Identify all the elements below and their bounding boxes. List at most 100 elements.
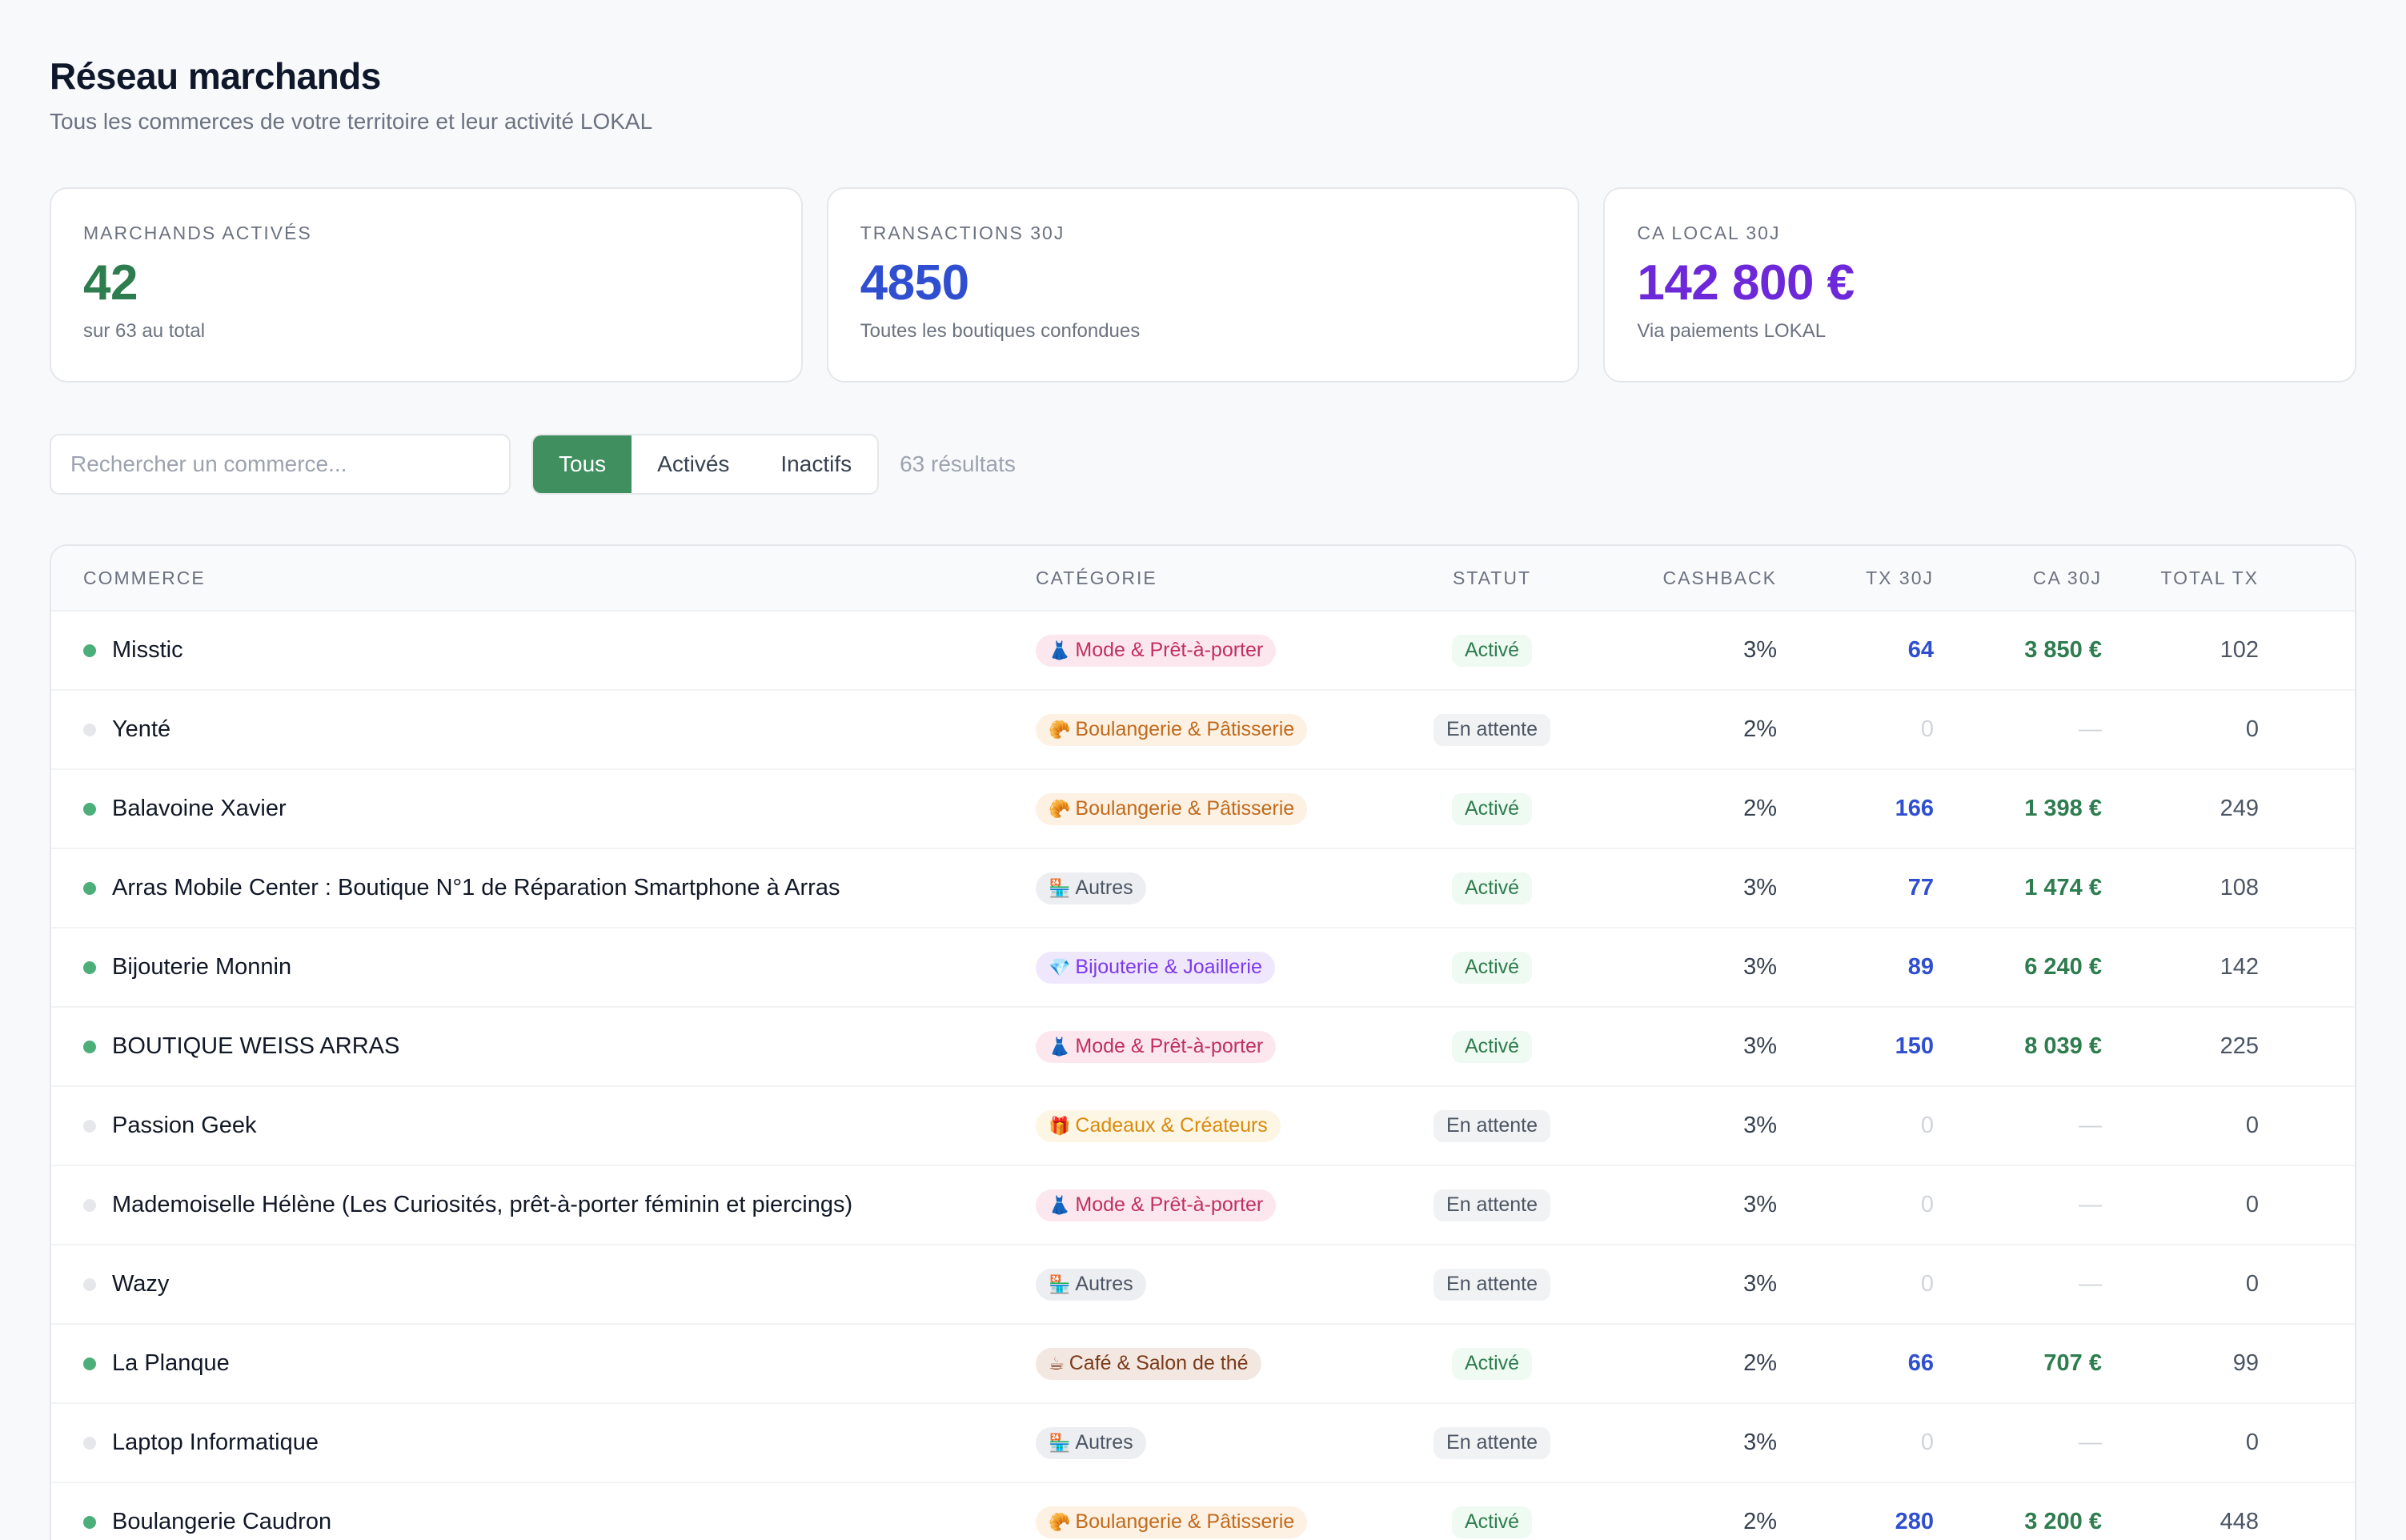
status-dot-icon: [83, 960, 96, 974]
category-icon: 👗: [1049, 640, 1071, 660]
stat-label: CA LOCAL 30J: [1637, 223, 1781, 243]
column-header-tx-30j[interactable]: TX 30J: [1777, 567, 1934, 589]
category-icon: 🎁: [1049, 1115, 1071, 1136]
category-chip: 🥐 Boulangerie & Pâtisserie: [1036, 713, 1308, 746]
page-subtitle: Tous les commerces de votre territoire e…: [50, 109, 653, 134]
column-header-category[interactable]: CATÉGORIE: [1036, 567, 1436, 589]
table-row[interactable]: Passion Geek 🎁 Cadeaux & Créateurs En atten…: [51, 1087, 2355, 1166]
category-icon: 🥐: [1049, 719, 1071, 740]
status-dot-icon: [83, 881, 96, 895]
table-row[interactable]: Misstic 👗 Mode & Prêt-à-porter Activé 3% 64 3 …: [51, 612, 2355, 691]
cell-category: 🏪 Autres: [1036, 1268, 1436, 1301]
stat-label: MARCHANDS ACTIVÉS: [83, 223, 312, 243]
table-row[interactable]: Wazy 🏪 Autres En attente 3% 0 — 0: [51, 1245, 2355, 1325]
toolbar: Tous Activés Inactifs 63 résultats: [50, 434, 2356, 495]
status-badge: Activé: [1451, 1347, 1533, 1380]
table-row[interactable]: Balavoine Xavier 🥐 Boulangerie & Pâtisseri…: [51, 770, 2355, 849]
cell-category: 👗 Mode & Prêt-à-porter: [1036, 1030, 1436, 1063]
category-icon: 🏪: [1049, 877, 1071, 898]
category-icon: 👗: [1049, 1036, 1071, 1057]
merchant-name[interactable]: Laptop Informatique: [112, 1430, 319, 1456]
search-input[interactable]: [50, 434, 511, 495]
merchant-name[interactable]: Mademoiselle Hélène (Les Curiosités, prê…: [112, 1192, 852, 1218]
filter-all-button[interactable]: Tous: [533, 435, 632, 493]
table-row[interactable]: La Planque ☕ Café & Salon de thé Activé 2% 66…: [51, 1325, 2355, 1404]
status-badge: Activé: [1451, 1506, 1533, 1538]
cell-ca-30j: 1 474 €: [2024, 875, 2102, 900]
table-header: COMMERCE CATÉGORIE STATUT CASHBACK TX 30…: [51, 546, 2355, 612]
cell-ca-30j: —: [2079, 1271, 2102, 1297]
cell-status: Activé: [1436, 1347, 1548, 1380]
stat-label: TRANSACTIONS 30J: [860, 223, 1065, 243]
category-icon: 🥐: [1049, 798, 1071, 819]
merchant-name[interactable]: Yenté: [112, 716, 170, 743]
merchant-name[interactable]: Passion Geek: [112, 1113, 257, 1139]
column-header-cashback[interactable]: CASHBACK: [1548, 567, 1777, 589]
status-badge: Activé: [1451, 951, 1533, 984]
status-badge: Activé: [1451, 1030, 1533, 1063]
merchant-name[interactable]: Bijouterie Monnin: [112, 954, 291, 981]
category-label: Autres: [1075, 876, 1133, 899]
status-dot-icon: [83, 1277, 96, 1291]
table-row[interactable]: Boulangerie Caudron 🥐 Boulangerie & Pâtiss…: [51, 1483, 2355, 1540]
status-dot-icon: [83, 802, 96, 816]
cell-tx-30j: 0: [1920, 1192, 1934, 1217]
cell-status: En attente: [1434, 1426, 1550, 1459]
merchant-name[interactable]: BOUTIQUE WEISS ARRAS: [112, 1033, 399, 1060]
cell-tx-30j: 0: [1920, 1430, 1934, 1455]
cell-total-tx: 249: [2220, 796, 2259, 821]
cell-total-tx: 0: [2245, 716, 2259, 742]
table-row[interactable]: Yenté 🥐 Boulangerie & Pâtisserie En attente…: [51, 691, 2355, 770]
page-title: Réseau marchands: [50, 55, 381, 97]
merchant-name[interactable]: Boulangerie Caudron: [112, 1509, 331, 1535]
stat-card-local-revenue: CA LOCAL 30J 142 800 € Via paiements LOK…: [1603, 187, 2357, 383]
column-header-ca-30j[interactable]: CA 30J: [1934, 567, 2102, 589]
cell-status: Activé: [1436, 1506, 1548, 1538]
stat-card-active-merchants: MARCHANDS ACTIVÉS 42 sur 63 au total: [50, 187, 803, 383]
cell-ca-30j: —: [2079, 716, 2102, 742]
table-row[interactable]: Mademoiselle Hélène (Les Curiosités, prê…: [51, 1166, 2355, 1245]
filter-active-button[interactable]: Activés: [632, 435, 755, 493]
cell-tx-30j: 150: [1895, 1033, 1934, 1059]
category-label: Boulangerie & Pâtisserie: [1075, 718, 1295, 740]
merchant-name[interactable]: Balavoine Xavier: [112, 796, 287, 822]
stats-row: MARCHANDS ACTIVÉS 42 sur 63 au total TRA…: [50, 187, 2357, 383]
cell-ca-30j: 3 850 €: [2024, 637, 2102, 663]
cell-category: 👗 Mode & Prêt-à-porter: [1036, 1189, 1436, 1221]
filter-inactive-button[interactable]: Inactifs: [755, 435, 877, 493]
category-label: Mode & Prêt-à-porter: [1075, 1193, 1264, 1216]
cell-cashback: 3%: [1743, 954, 1777, 980]
table-row[interactable]: Bijouterie Monnin 💎 Bijouterie & Joailleri…: [51, 928, 2355, 1008]
category-chip: 🥐 Boulangerie & Pâtisserie: [1036, 1506, 1308, 1538]
cell-cashback: 3%: [1743, 1033, 1777, 1059]
column-header-commerce[interactable]: COMMERCE: [51, 567, 1036, 589]
cell-tx-30j: 64: [1907, 637, 1934, 663]
merchant-name[interactable]: La Planque: [112, 1350, 230, 1377]
cell-cashback: 2%: [1743, 796, 1777, 821]
column-header-total-tx[interactable]: TOTAL TX: [2102, 567, 2291, 589]
category-icon: ☕: [1049, 1353, 1065, 1374]
table-row[interactable]: BOUTIQUE WEISS ARRAS 👗 Mode & Prêt-à-porte…: [51, 1008, 2355, 1087]
table-row[interactable]: Laptop Informatique 🏪 Autres En attente 3% 0 —…: [51, 1404, 2355, 1483]
category-chip: ☕ Café & Salon de thé: [1036, 1347, 1261, 1380]
cell-status: Activé: [1436, 634, 1548, 667]
status-badge: Activé: [1451, 634, 1533, 667]
stat-sub: Via paiements LOKAL: [1637, 320, 1827, 342]
merchant-name[interactable]: Wazy: [112, 1271, 169, 1297]
merchants-table: COMMERCE CATÉGORIE STATUT CASHBACK TX 30…: [50, 544, 2356, 1540]
category-chip: 🏪 Autres: [1036, 1268, 1146, 1301]
cell-status: Activé: [1436, 872, 1548, 904]
table-row[interactable]: Arras Mobile Center : Boutique N°1 de Ré…: [51, 849, 2355, 928]
stat-card-transactions: TRANSACTIONS 30J 4850 Toutes les boutiqu…: [826, 187, 1580, 383]
table-body: Misstic 👗 Mode & Prêt-à-porter Activé 3% 64 3 …: [51, 612, 2355, 1540]
cell-status: En attente: [1434, 1189, 1550, 1221]
merchant-name[interactable]: Misstic: [112, 637, 183, 664]
stat-sub: sur 63 au total: [83, 320, 206, 342]
cell-total-tx: 142: [2220, 954, 2259, 980]
merchant-name[interactable]: Arras Mobile Center : Boutique N°1 de Ré…: [112, 875, 840, 901]
column-header-status[interactable]: STATUT: [1436, 567, 1548, 589]
status-dot-icon: [83, 644, 96, 657]
category-label: Boulangerie & Pâtisserie: [1075, 797, 1295, 820]
cell-tx-30j: 66: [1907, 1350, 1934, 1376]
category-icon: 🏪: [1049, 1273, 1071, 1294]
